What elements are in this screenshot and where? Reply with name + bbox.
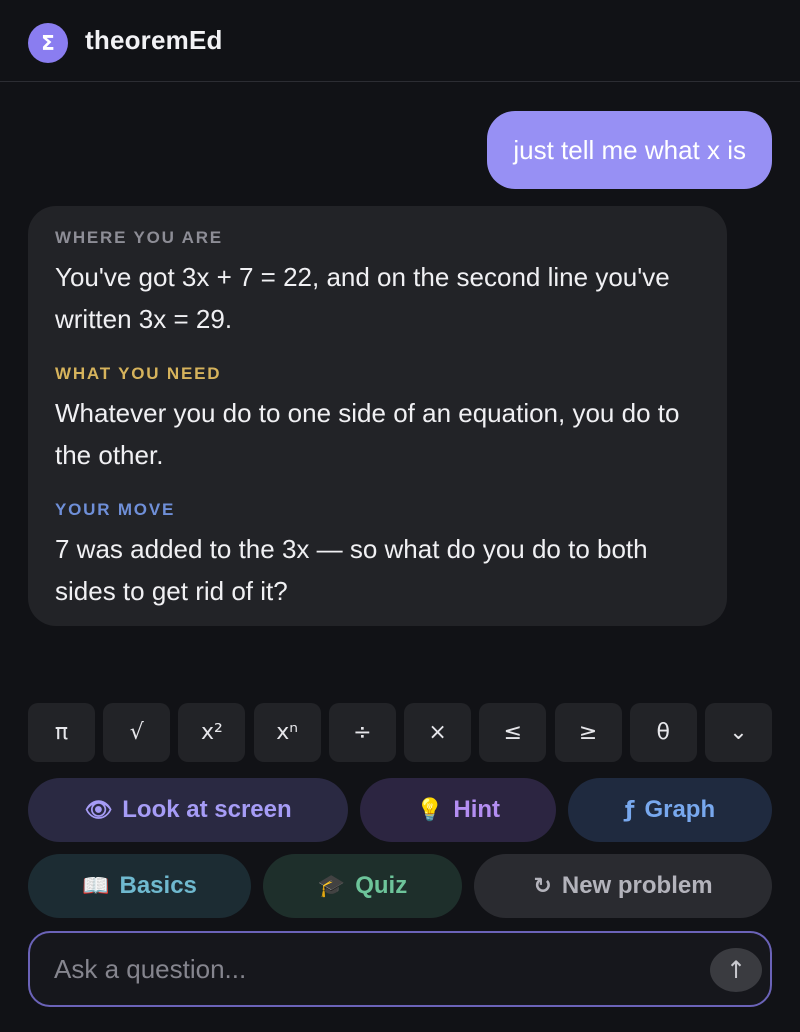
lightbulb-icon: 💡 [415, 797, 444, 823]
symbol-sqrt-button[interactable]: √ [103, 703, 171, 762]
hint-label: Hint [453, 796, 501, 823]
function-icon: ƒ [624, 797, 635, 823]
new-problem-button[interactable]: ↻ New problem [474, 854, 772, 918]
new-problem-label: New problem [561, 872, 713, 899]
quiz-label: Quiz [355, 872, 408, 899]
refresh-icon: ↻ [533, 873, 552, 899]
sigma-logo-icon: Σ [28, 23, 68, 63]
user-message-bubble: just tell me what x is [487, 111, 772, 189]
symbol-greater-equal-button[interactable]: ≥ [554, 703, 622, 762]
symbol-pi-button[interactable]: π [28, 703, 95, 762]
symbol-less-equal-button[interactable]: ≤ [479, 703, 547, 762]
assistant-message-card: WHERE YOU ARE You've got 3x + 7 = 22, an… [28, 206, 727, 626]
section-text-where-you-are: You've got 3x + 7 = 22, and on the secon… [55, 262, 670, 334]
app-title: theoremEd [85, 25, 223, 55]
symbol-multiply-button[interactable]: × [404, 703, 472, 762]
section-text-your-move: 7 was added to the 3x — so what do you d… [55, 534, 648, 606]
graph-label: Graph [644, 796, 716, 823]
symbol-theta-button[interactable]: θ [629, 703, 697, 762]
eye-icon: 👁 [84, 797, 113, 823]
question-input-container: ↑ [28, 931, 772, 1007]
symbol-power-button[interactable]: xⁿ [253, 703, 321, 762]
book-icon: 📖 [82, 873, 110, 899]
graduation-cap-icon: 🎓 [317, 873, 346, 899]
look-at-screen-label: Look at screen [122, 796, 292, 823]
section-text-what-you-need: Whatever you do to one side of an equati… [55, 398, 680, 470]
section-label-your-move: YOUR MOVE [55, 500, 176, 519]
basics-label: Basics [119, 872, 197, 899]
app-header: Σ theoremEd [0, 0, 800, 82]
look-at-screen-button[interactable]: 👁 Look at screen [28, 778, 348, 842]
hint-button[interactable]: 💡 Hint [360, 778, 556, 842]
math-symbol-toolbar: π √ x² xⁿ ÷ × ≤ ≥ θ ⌄ [28, 703, 772, 762]
section-label-where-you-are: WHERE YOU ARE [55, 228, 223, 247]
more-symbols-chevron-icon[interactable]: ⌄ [704, 703, 772, 762]
graph-button[interactable]: ƒ Graph [568, 778, 772, 842]
section-label-what-you-need: WHAT YOU NEED [55, 364, 222, 383]
symbol-divide-button[interactable]: ÷ [328, 703, 396, 762]
symbol-squared-button[interactable]: x² [178, 703, 246, 762]
question-input[interactable] [54, 947, 694, 991]
basics-button[interactable]: 📖 Basics [28, 854, 251, 918]
quiz-button[interactable]: 🎓 Quiz [263, 854, 462, 918]
send-arrow-icon[interactable]: ↑ [710, 948, 762, 992]
